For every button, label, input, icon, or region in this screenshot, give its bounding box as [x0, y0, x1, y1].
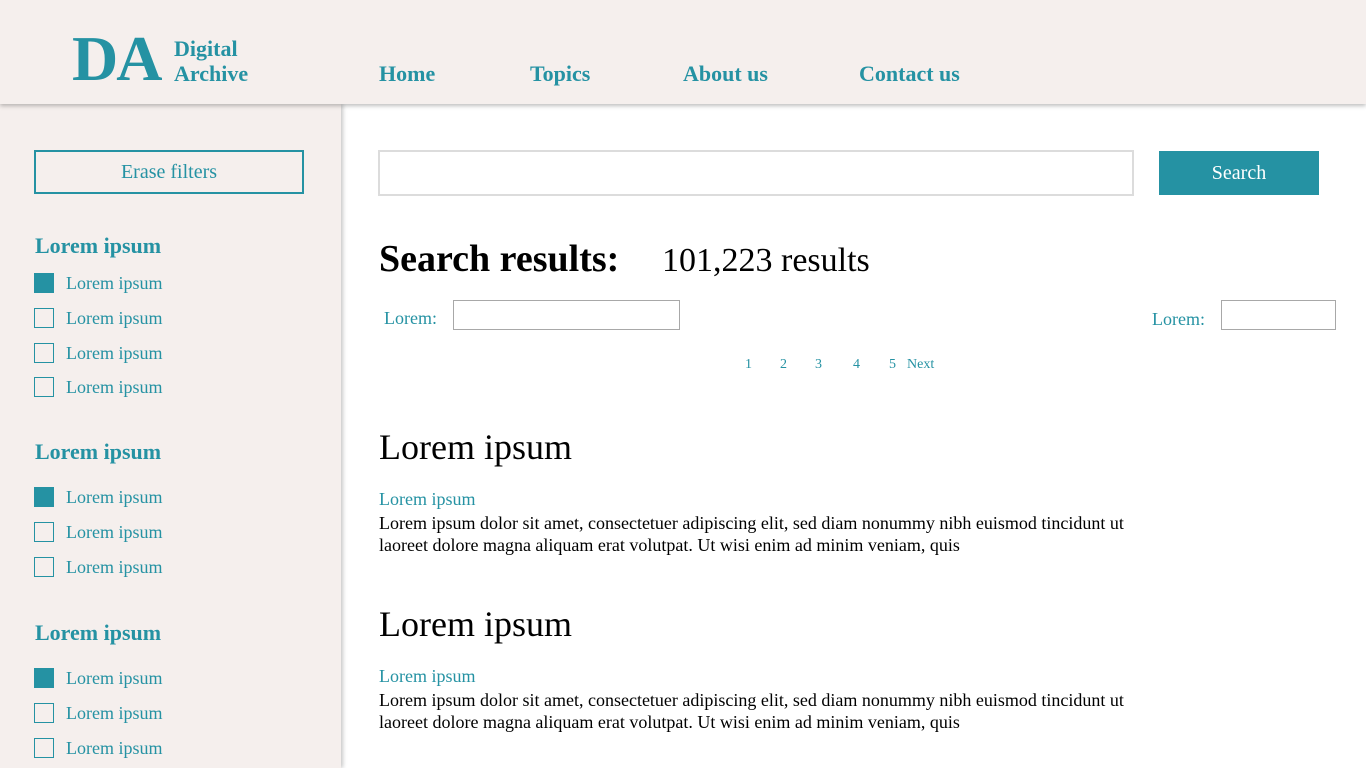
filter-option-label: Lorem ipsum	[66, 273, 163, 293]
filter-option-label: Lorem ipsum	[66, 343, 163, 363]
filter-left-input[interactable]	[453, 300, 680, 330]
filter-checkbox[interactable]	[34, 557, 54, 577]
logo-mark[interactable]: DA	[72, 24, 162, 94]
filter-group-heading: Lorem ipsum	[35, 233, 162, 258]
nav-contact-us[interactable]: Contact us	[859, 60, 960, 88]
result-subtitle[interactable]: Lorem ipsum	[379, 665, 476, 687]
filter-option-label: Lorem ipsum	[66, 668, 163, 688]
nav-topics[interactable]: Topics	[530, 60, 590, 88]
result-subtitle[interactable]: Lorem ipsum	[379, 488, 476, 510]
results-count: 101,223 results	[662, 242, 870, 279]
results-title: Search results:	[379, 238, 620, 280]
page-link-5[interactable]: 5	[889, 357, 896, 373]
logo-text[interactable]: Digital Archive	[174, 36, 248, 86]
filter-option-label: Lorem ipsum	[66, 377, 163, 397]
filter-group-heading: Lorem ipsum	[35, 620, 162, 645]
filter-option-label: Lorem ipsum	[66, 703, 163, 723]
filter-option-label: Lorem ipsum	[66, 557, 163, 577]
filter-option-label: Lorem ipsum	[66, 308, 163, 328]
filter-checkbox[interactable]	[34, 738, 54, 758]
logo-line-2: Archive	[174, 61, 249, 86]
page-link-3[interactable]: 3	[815, 357, 822, 373]
filter-checkbox[interactable]	[34, 522, 54, 542]
filter-option-label: Lorem ipsum	[66, 487, 163, 507]
search-input[interactable]	[378, 150, 1134, 196]
search-button[interactable]: Search	[1159, 151, 1319, 195]
site-header: DA Digital Archive Home Topics About us …	[0, 0, 1366, 104]
filter-right-input[interactable]	[1221, 300, 1336, 330]
filter-checkbox[interactable]	[34, 703, 54, 723]
nav-home[interactable]: Home	[379, 60, 435, 88]
page-link-2[interactable]: 2	[780, 357, 787, 373]
filter-checkbox[interactable]	[34, 308, 54, 328]
filter-checkbox[interactable]	[34, 343, 54, 363]
page-next-link[interactable]: Next	[907, 357, 934, 373]
filter-right-label: Lorem:	[1152, 309, 1205, 329]
filter-group-heading: Lorem ipsum	[35, 439, 162, 464]
filter-option-label: Lorem ipsum	[66, 738, 163, 758]
erase-filters-button[interactable]: Erase filters	[34, 150, 304, 194]
filter-checkbox[interactable]	[34, 487, 54, 507]
nav-about-us[interactable]: About us	[683, 60, 768, 88]
filter-checkbox[interactable]	[34, 668, 54, 688]
result-title[interactable]: Lorem ipsum	[379, 603, 572, 645]
result-snippet: Lorem ipsum dolor sit amet, consectetuer…	[379, 690, 1124, 732]
result-title[interactable]: Lorem ipsum	[379, 426, 572, 468]
page-link-1[interactable]: 1	[745, 357, 752, 373]
filter-checkbox[interactable]	[34, 377, 54, 397]
page-link-4[interactable]: 4	[853, 357, 860, 373]
filter-option-label: Lorem ipsum	[66, 522, 163, 542]
filter-checkbox[interactable]	[34, 273, 54, 293]
result-snippet: Lorem ipsum dolor sit amet, consectetuer…	[379, 513, 1124, 555]
filter-left-label: Lorem:	[384, 308, 437, 328]
logo-line-1: Digital	[174, 36, 238, 61]
filter-sidebar: Erase filters Lorem ipsum Lorem ipsum Lo…	[0, 104, 341, 768]
